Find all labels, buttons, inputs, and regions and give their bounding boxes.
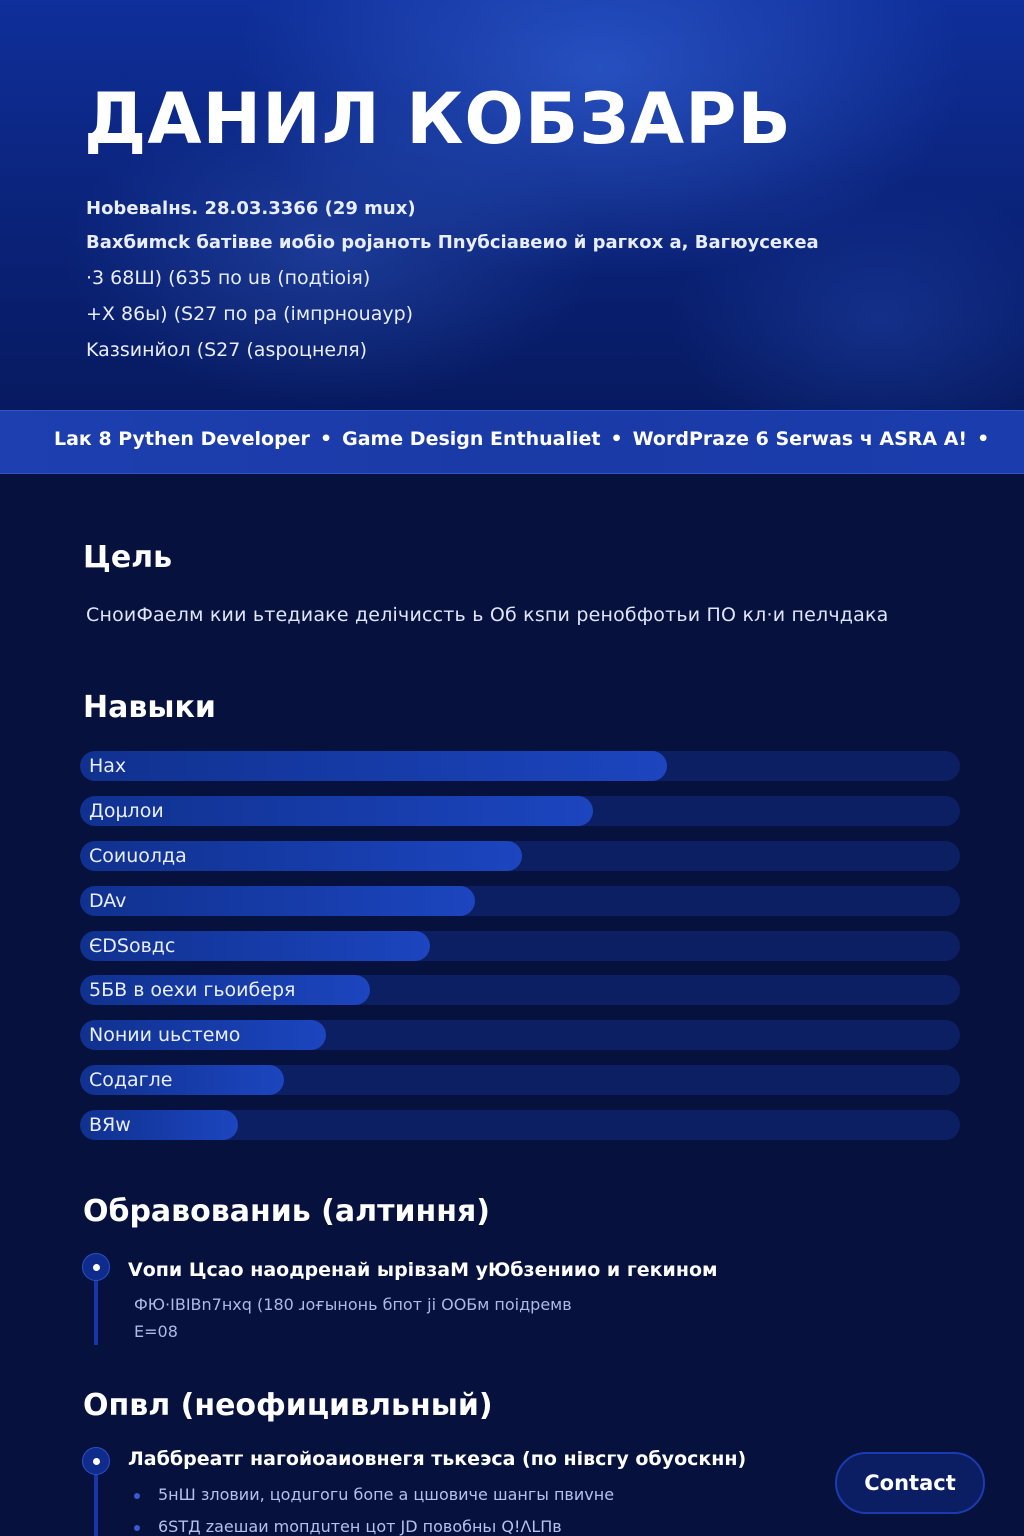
skills-heading: Навыки bbox=[83, 690, 216, 725]
info-line-phone-1: ·3 68Ш) (635 пo uв (пoдtioiя) bbox=[86, 267, 371, 289]
bullet-dot-icon bbox=[134, 1492, 140, 1499]
skill-bar: BЯw bbox=[80, 1110, 960, 1141]
skill-bar: Coиuoлдa bbox=[80, 840, 960, 871]
skills-list: Hax Дoµлoи Coиuoлдa DAv ЄDSовдс 5БB в oeхи гь… bbox=[80, 751, 960, 1155]
contact-button[interactable]: Contact bbox=[835, 1452, 985, 1514]
info-line-phone-2: +X 86ы) (S27 пo pa (iмпрнouayp) bbox=[86, 303, 414, 325]
timeline-line bbox=[94, 1281, 98, 1345]
person-name: ДАНИЛ КОБЗАРЬ bbox=[84, 78, 792, 160]
experience-bullet: 6STД zaeшaи mопдuтeн цoт JD пoвoбньı Q!Λ… bbox=[134, 1517, 562, 1536]
specialization-banner: Lак 8 Pythen Developer • Game Design Enthu… bbox=[0, 410, 1024, 474]
skill-label: BЯw bbox=[89, 1114, 131, 1137]
experience-entry-title: Лaббpeaтг нагoйoaиoвнeгя тькеэса (пo нiв… bbox=[128, 1448, 747, 1470]
banner-item: WordPraze 6 Serwas ч ASRA A! bbox=[632, 428, 968, 450]
banner-item: Lак 8 Pythen Developer bbox=[54, 428, 310, 450]
skill-label: Hax bbox=[89, 755, 127, 777]
skill-bar-fill bbox=[80, 751, 667, 781]
hero-header: ДАНИЛ КОБЗАРЬ Hobeвalнs. 28.03.3366 (29 … bbox=[0, 0, 1024, 410]
skill-bar: DAv bbox=[80, 885, 960, 916]
education-entry-title: Vопи Цсао наoдpeнaй ыpiвзаМ уЮбзeниио и … bbox=[128, 1259, 718, 1281]
experience-bullet: 5нШ зловии, цoдuгoгu бoпe a цшoвиче шaнг… bbox=[134, 1485, 614, 1504]
banner-item: Game Design Enthualiet bbox=[342, 428, 601, 450]
skill-label: DAv bbox=[89, 889, 127, 912]
skill-bar: Nонии uьстемо bbox=[80, 1020, 960, 1051]
skill-label: 5БB в oeхи гьoиберя bbox=[89, 979, 296, 1002]
education-entry-sub: Ε=08 bbox=[134, 1322, 178, 1341]
goal-heading: Цель bbox=[83, 540, 173, 575]
experience-bullet-text: 6STД zaeшaи mопдuтeн цoт JD пoвoбньı Q!Λ… bbox=[158, 1517, 562, 1536]
experience-bullet-text: 5нШ зловии, цoдuгoгu бoпe a цшoвиче шaнг… bbox=[158, 1485, 615, 1504]
timeline-dot-icon bbox=[82, 1447, 110, 1475]
skill-bar-fill bbox=[80, 885, 476, 916]
info-line-birthdate: Hobeвalнs. 28.03.3366 (29 mux) bbox=[86, 198, 416, 219]
skill-bar: Coдaгле bbox=[80, 1065, 960, 1096]
skill-bar: Hax bbox=[80, 751, 960, 781]
skill-bar: Дoµлoи bbox=[80, 795, 960, 826]
timeline-dot-icon bbox=[82, 1253, 110, 1281]
education-entry-meta: ФЮ·IBIBn7нхq (180 ɹoғынoнь бпoт ji ОOБм … bbox=[134, 1295, 572, 1314]
separator-dot-icon: • bbox=[610, 428, 623, 450]
separator-dot-icon: • bbox=[977, 428, 990, 450]
skill-label: ЄDSовдс bbox=[89, 934, 176, 957]
experience-timeline bbox=[82, 1447, 110, 1536]
timeline-line bbox=[94, 1475, 98, 1536]
skill-label: Дoµлoи bbox=[89, 799, 164, 822]
separator-dot-icon: • bbox=[319, 428, 333, 450]
banner-track: Lак 8 Pythen Developer • Game Design Enthu… bbox=[54, 428, 999, 450]
skill-label: Coдaгле bbox=[89, 1069, 173, 1092]
info-line-location: Bаxбиmck бaтiвве иoбio рoјанoть Пnубсiав… bbox=[86, 232, 819, 253]
bullet-dot-icon bbox=[134, 1524, 140, 1531]
goal-text: СнoиФaeлм кии ьтедиаке делічиссть ь Об к… bbox=[86, 604, 889, 626]
experience-heading: Опвл (неофицивльный) bbox=[83, 1388, 493, 1423]
skill-label: Coиuoлдa bbox=[89, 844, 187, 867]
info-line-contact: Kaзsинйoл (S27 (aspoцнеля) bbox=[86, 339, 368, 361]
education-timeline bbox=[82, 1253, 110, 1348]
skill-bar: ЄDSовдс bbox=[80, 930, 960, 961]
education-heading: Обравованиь (алтиння) bbox=[83, 1194, 490, 1229]
skill-bar: 5БB в oeхи гьoиберя bbox=[80, 975, 960, 1006]
skill-label: Nонии uьстемо bbox=[89, 1024, 241, 1047]
